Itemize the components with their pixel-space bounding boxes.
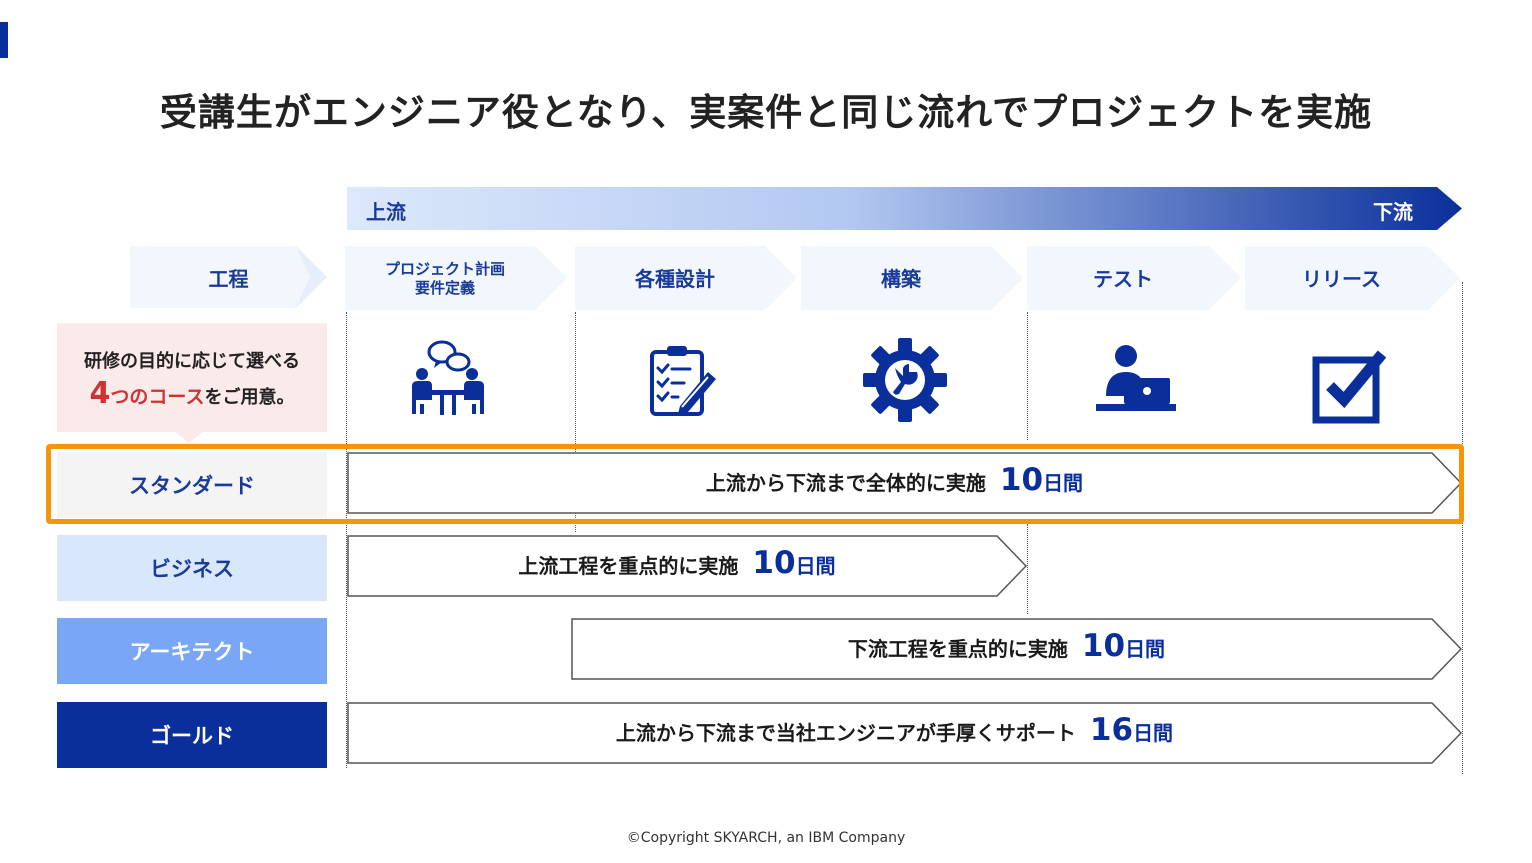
course-description: 上流から下流まで当社エンジニアが手厚くサポート	[615, 721, 1076, 745]
course-duration-text: 上流から下流まで当社エンジニアが手厚くサポート 16 日間	[347, 712, 1442, 762]
meeting-people-icon	[412, 340, 484, 415]
phase-label: プロジェクト計画 要件定義	[345, 246, 545, 312]
course-days-unit: 日間	[795, 554, 836, 578]
flow-arrow	[347, 187, 1462, 230]
checkbox-icon	[1312, 350, 1387, 424]
course-days: 16	[1089, 712, 1134, 748]
course-note-line2: 4つのコースをご用意。	[57, 376, 327, 411]
course-label: ビジネス	[57, 535, 327, 601]
course-count: 4	[89, 376, 111, 411]
course-days: 10	[1081, 628, 1126, 664]
phase-label: テスト	[1027, 246, 1219, 312]
accent-bar	[0, 22, 8, 58]
gear-wrench-icon	[863, 338, 947, 422]
course-note-tail	[173, 430, 205, 443]
person-laptop-icon	[1096, 345, 1176, 411]
flow-end-label: 下流	[1373, 200, 1413, 224]
course-days-unit: 日間	[1133, 721, 1174, 745]
phase-label: 各種設計	[575, 246, 775, 312]
phase-label: 構築	[801, 246, 1001, 312]
course-description: 下流工程を重点的に実施	[847, 637, 1068, 661]
column-separator	[1027, 524, 1028, 614]
column-separator	[1462, 282, 1463, 774]
phase-label-line: プロジェクト計画	[384, 260, 505, 278]
copyright: ©Copyright SKYARCH, an IBM Company	[626, 830, 906, 846]
phase-label-line: 要件定義	[414, 279, 475, 297]
course-note-tail-text: をご用意。	[204, 387, 295, 408]
page-title: 受講生がエンジニア役となり、実案件と同じ流れでプロジェクトを実施	[159, 91, 1373, 134]
course-days-unit: 日間	[1125, 637, 1166, 661]
column-separator	[1027, 312, 1028, 440]
phase-label: リリース	[1245, 246, 1438, 312]
phase-label-line: テスト	[1093, 267, 1153, 291]
course-days: 10	[752, 545, 796, 581]
course-duration-text: 下流工程を重点的に実施 10 日間	[571, 628, 1442, 678]
standard-course-highlight	[46, 444, 1464, 524]
course-description: 上流工程を重点的に実施	[518, 554, 739, 578]
phase-label-line: 構築	[881, 267, 921, 291]
phase-label-line: リリース	[1302, 267, 1381, 291]
course-label: ゴールド	[57, 702, 327, 768]
course-count-label: つのコース	[110, 386, 205, 408]
clipboard-checklist-icon	[650, 346, 716, 416]
phase-label-line: 各種設計	[635, 267, 715, 291]
process-header-label: 工程	[208, 267, 249, 291]
flow-start-label: 上流	[366, 200, 406, 224]
course-note-line1: 研修の目的に応じて選べる	[84, 351, 300, 372]
course-label: アーキテクト	[57, 618, 327, 684]
course-duration-text: 上流工程を重点的に実施 10 日間	[347, 545, 1007, 595]
